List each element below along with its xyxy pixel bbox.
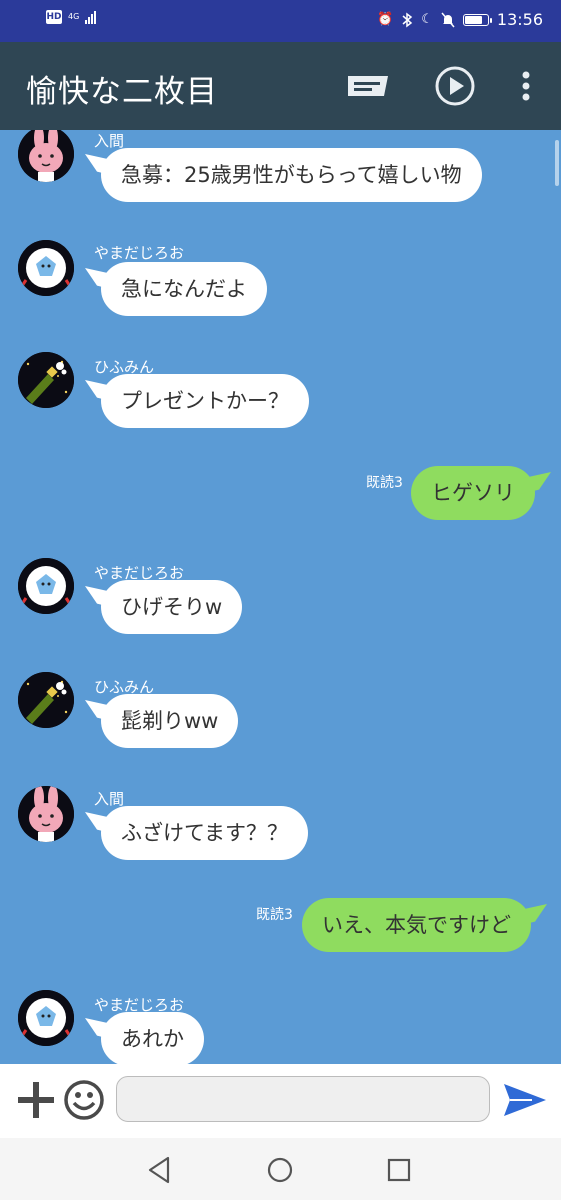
home-icon[interactable] [262, 1152, 298, 1188]
back-icon[interactable] [142, 1152, 178, 1188]
message-input-bar [0, 1064, 561, 1138]
more-vert-icon[interactable] [512, 64, 540, 108]
champagne-icon [18, 672, 74, 728]
status-bar: HD 4G ⏰ ☾ 13:56 [0, 0, 561, 42]
emoji-icon[interactable] [62, 1078, 106, 1122]
rabbit-icon [18, 130, 74, 182]
avatar-ball[interactable] [18, 990, 74, 1046]
rabbit-icon [18, 786, 74, 842]
message-bubble[interactable]: あれか [101, 1012, 204, 1064]
app-bar: 愉快な二枚目 [0, 42, 561, 130]
message-bubble[interactable]: ひげそりw [101, 580, 243, 634]
chat-area[interactable]: 入間 急募：25歳男性がもらって嬉しい物 やまだじろお 急になんだよ ひふみん … [0, 130, 561, 1064]
message-bubble[interactable]: いえ、本気ですけど [302, 898, 531, 952]
sender-name: 入間 [94, 132, 125, 150]
message-bubble[interactable]: 髭剃りww [101, 694, 239, 748]
message-bubble[interactable]: プレゼントかー？ [101, 374, 309, 428]
message-input[interactable] [116, 1076, 490, 1122]
read-receipt: 既読3 [256, 907, 293, 923]
send-icon[interactable] [502, 1080, 548, 1120]
recents-icon[interactable] [381, 1152, 417, 1188]
message-bubble[interactable]: 急募：25歳男性がもらって嬉しい物 [101, 148, 482, 202]
scrollbar[interactable] [555, 140, 559, 186]
clock: 13:56 [496, 10, 543, 29]
avatar-rabbit[interactable] [18, 130, 74, 182]
status-right: ⏰ ☾ 13:56 [377, 10, 543, 29]
alarm-icon: ⏰ [377, 11, 394, 27]
signal-icon [85, 10, 97, 24]
play-icon[interactable] [433, 64, 477, 108]
network-type: 4G [68, 12, 80, 21]
sender-name: やまだじろお [94, 244, 185, 262]
champagne-icon [18, 352, 74, 408]
plus-icon[interactable] [14, 1078, 58, 1122]
avatar-champagne[interactable] [18, 672, 74, 728]
avatar-ball[interactable] [18, 240, 74, 296]
chat-title: 愉快な二枚目 [26, 74, 218, 110]
moon-icon: ☾ [421, 11, 433, 27]
battery-icon [462, 13, 492, 26]
sender-name: 入間 [94, 790, 125, 808]
notes-icon[interactable] [346, 64, 390, 108]
message-bubble[interactable]: 急になんだよ [101, 262, 267, 316]
bell-off-icon [441, 12, 455, 27]
ball-icon [18, 990, 74, 1046]
avatar-ball[interactable] [18, 558, 74, 614]
avatar-champagne[interactable] [18, 352, 74, 408]
ball-icon [18, 558, 74, 614]
ball-icon [18, 240, 74, 296]
read-receipt: 既読3 [366, 475, 403, 491]
avatar-rabbit[interactable] [18, 786, 74, 842]
bluetooth-icon [402, 12, 413, 27]
status-left: HD 4G [46, 10, 97, 24]
system-nav-bar [0, 1138, 561, 1200]
hd-badge: HD [46, 10, 62, 24]
message-bubble[interactable]: ふざけてます？？ [101, 806, 308, 860]
message-bubble[interactable]: ヒゲソリ [411, 466, 535, 520]
